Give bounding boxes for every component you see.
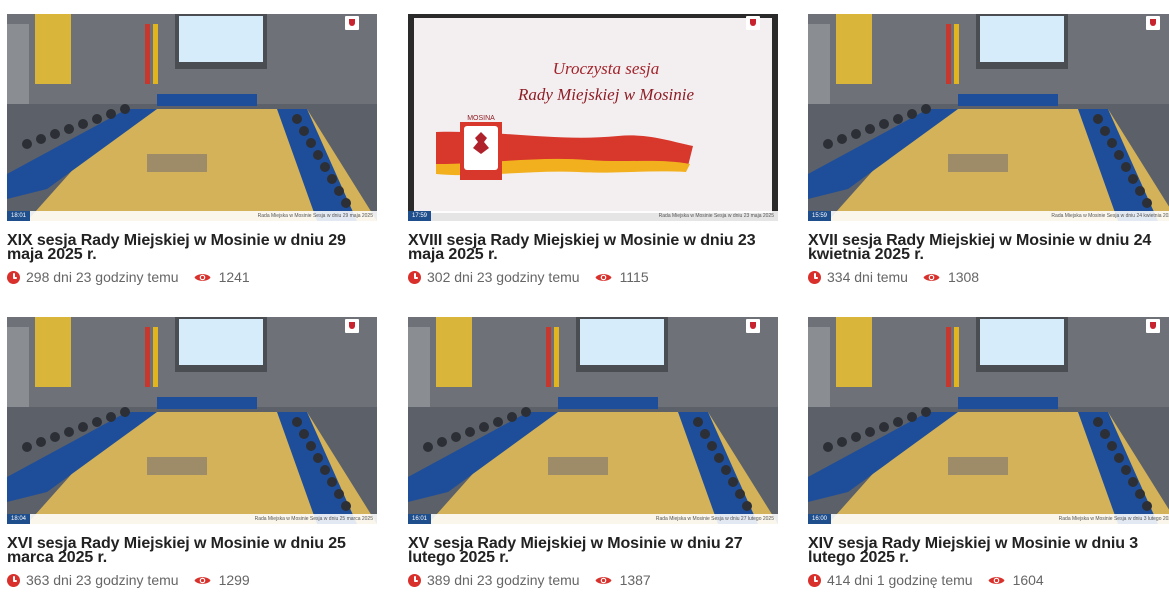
video-age: 363 dni 23 godziny temu: [26, 572, 179, 588]
video-thumbnail[interactable]: 18:01 Rada Miejska w Mosinie Sesja w dni…: [7, 14, 377, 221]
clock-icon: [7, 270, 20, 284]
thumbnail-caption: Rada Miejska w Mosinie Sesja w dniu 23 m…: [658, 213, 774, 219]
clock-icon: [808, 573, 821, 587]
thumbnail-caption: Rada Miejska w Mosinie Sesja w dniu 24 k…: [1051, 213, 1169, 219]
clock-icon: [408, 270, 421, 284]
thumbnail-overlay-bar: 18:04 Rada Miejska w Mosinie Sesja w dni…: [7, 514, 377, 524]
city-logo-icon: [746, 319, 760, 333]
slide-line-2: Rady Miejskiej w Mosinie: [517, 85, 695, 104]
video-age: 298 dni 23 godziny temu: [26, 269, 179, 285]
video-card[interactable]: 15:59 Rada Miejska w Mosinie Sesja w dni…: [808, 14, 1169, 286]
clock-icon: [808, 270, 821, 284]
thumbnail-caption: Rada Miejska w Mosinie Sesja w dniu 29 m…: [257, 213, 373, 219]
video-title[interactable]: XVII sesja Rady Miejskiej w Mosinie w dn…: [808, 233, 1169, 263]
video-title[interactable]: XVI sesja Rady Miejskiej w Mosinie w dni…: [7, 536, 379, 566]
eye-icon: [988, 575, 1005, 586]
recording-time: 15:59: [808, 211, 832, 221]
view-count: 1387: [619, 572, 651, 588]
thumbnail-overlay-bar: 18:01 Rada Miejska w Mosinie Sesja w dni…: [7, 211, 377, 221]
recording-time: 16:00: [808, 514, 832, 524]
city-logo-icon: [1146, 16, 1160, 30]
view-count: 1308: [947, 269, 980, 285]
clock-icon: [408, 573, 421, 587]
video-title[interactable]: XIX sesja Rady Miejskiej w Mosinie w dni…: [7, 233, 379, 263]
video-title[interactable]: XIV sesja Rady Miejskiej w Mosinie w dni…: [808, 536, 1169, 566]
recording-time: 17:59: [408, 211, 432, 221]
video-age: 389 dni 23 godziny temu: [427, 572, 580, 588]
video-thumbnail[interactable]: Uroczysta sesja Rady Miejskiej w Mosinie…: [408, 14, 778, 221]
city-logo-icon: [746, 16, 760, 30]
video-thumbnail[interactable]: 16:00 Rada Miejska w Mosinie Sesja w dni…: [808, 317, 1169, 524]
thumbnail-caption: Rada Miejska w Mosinie Sesja w dniu 3 lu…: [1058, 516, 1169, 522]
video-card[interactable]: 16:00 Rada Miejska w Mosinie Sesja w dni…: [808, 317, 1169, 589]
video-thumbnail[interactable]: 18:04 Rada Miejska w Mosinie Sesja w dni…: [7, 317, 377, 524]
recording-time: 18:04: [7, 514, 31, 524]
eye-icon: [595, 272, 612, 283]
eye-icon: [595, 575, 612, 586]
video-card[interactable]: 16:01 Rada Miejska w Mosinie Sesja w dni…: [408, 317, 778, 589]
video-card[interactable]: 18:04 Rada Miejska w Mosinie Sesja w dni…: [7, 317, 377, 589]
video-card[interactable]: 18:01 Rada Miejska w Mosinie Sesja w dni…: [7, 14, 377, 286]
video-age: 302 dni 23 godziny temu: [427, 269, 580, 285]
thumbnail-overlay-bar: 16:01 Rada Miejska w Mosinie Sesja w dni…: [408, 514, 778, 524]
city-logo-icon: [345, 16, 359, 30]
clock-icon: [7, 573, 20, 587]
view-count: 1299: [218, 572, 250, 588]
view-count: 1115: [619, 269, 649, 285]
thumbnail-overlay-bar: 17:59 Rada Miejska w Mosinie Sesja w dni…: [408, 211, 778, 221]
video-meta: 363 dni 23 godziny temu 1299: [7, 571, 377, 589]
eye-icon: [194, 272, 211, 283]
slide-line-1: Uroczysta sesja: [553, 59, 660, 78]
video-thumbnail[interactable]: 15:59 Rada Miejska w Mosinie Sesja w dni…: [808, 14, 1169, 221]
view-count: 1604: [1012, 572, 1044, 588]
video-meta: 414 dni 1 godzinę temu 1604: [808, 571, 1169, 589]
video-meta: 389 dni 23 godziny temu 1387: [408, 571, 778, 589]
view-count: 1241: [218, 269, 250, 285]
thumbnail-caption: Rada Miejska w Mosinie Sesja w dniu 25 m…: [254, 516, 373, 522]
video-thumbnail[interactable]: 16:01 Rada Miejska w Mosinie Sesja w dni…: [408, 317, 778, 524]
recording-time: 18:01: [7, 211, 31, 221]
eye-icon: [194, 575, 211, 586]
video-title[interactable]: XV sesja Rady Miejskiej w Mosinie w dniu…: [408, 536, 780, 566]
video-title[interactable]: XVIII sesja Rady Miejskiej w Mosinie w d…: [408, 233, 780, 263]
video-card[interactable]: Uroczysta sesja Rady Miejskiej w Mosinie…: [408, 14, 778, 286]
video-grid: 18:01 Rada Miejska w Mosinie Sesja w dni…: [0, 0, 1169, 597]
city-logo-icon: [345, 319, 359, 333]
video-age: 334 dni temu: [827, 269, 908, 285]
video-meta: 298 dni 23 godziny temu 1241: [7, 268, 377, 286]
eye-icon: [923, 272, 940, 283]
slide-logo-text: MOSINA: [467, 115, 495, 122]
video-meta: 334 dni temu 1308: [808, 268, 1169, 286]
recording-time: 16:01: [408, 514, 432, 524]
thumbnail-overlay-bar: 16:00 Rada Miejska w Mosinie Sesja w dni…: [808, 514, 1169, 524]
thumbnail-caption: Rada Miejska w Mosinie Sesja w dniu 27 l…: [655, 516, 774, 522]
city-logo-icon: [1146, 319, 1160, 333]
video-age: 414 dni 1 godzinę temu: [827, 572, 973, 588]
video-meta: 302 dni 23 godziny temu 1115: [408, 268, 778, 286]
thumbnail-overlay-bar: 15:59 Rada Miejska w Mosinie Sesja w dni…: [808, 211, 1169, 221]
